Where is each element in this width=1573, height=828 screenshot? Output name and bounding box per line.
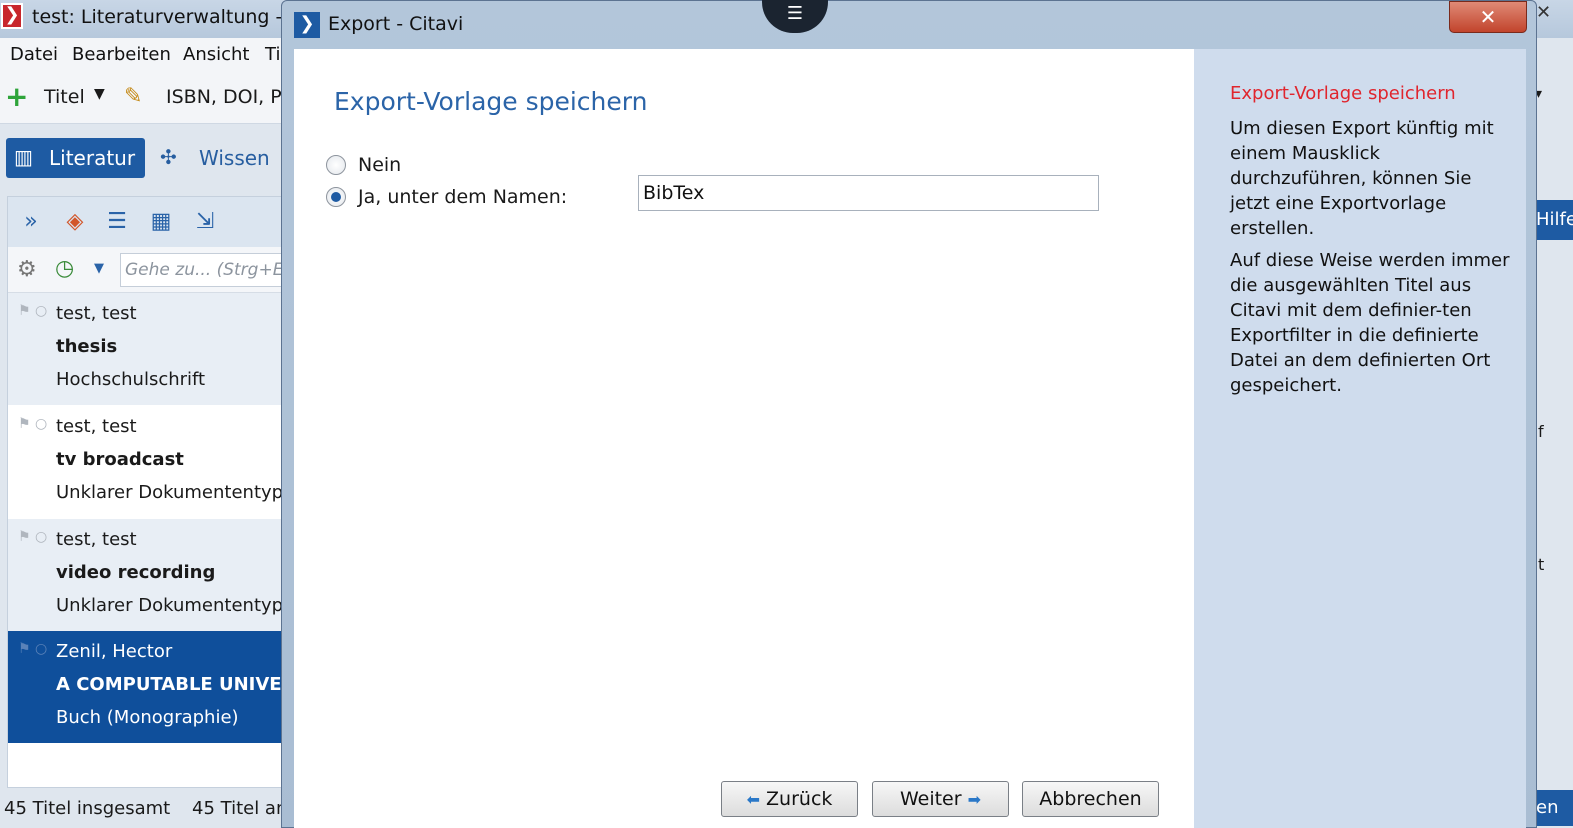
knowledge-network-icon: ✣ xyxy=(160,145,177,169)
reference-list-panel: » ◈ ☰ ▦ ⇲ ⚙ ◷ ▼ ⚑ ○ test, test thesis Ho… xyxy=(7,196,290,788)
dialog-titlebar: ❯ Export - Citavi ☰ ✕ xyxy=(282,0,1536,47)
menu-datei[interactable]: Datei xyxy=(10,44,58,65)
menu-ansicht[interactable]: Ansicht xyxy=(183,44,249,65)
ref-author: test, test xyxy=(56,529,137,550)
tab-literatur[interactable]: ▥ Literatur xyxy=(6,138,145,178)
close-button[interactable]: ✕ xyxy=(1449,1,1527,33)
main-window-title: test: Literaturverwaltung - C xyxy=(32,6,302,28)
cancel-button[interactable]: Abbrechen xyxy=(1022,781,1159,817)
edge-text: f xyxy=(1538,422,1544,441)
next-button[interactable]: Weiter ➡ xyxy=(872,781,1009,817)
list-view-icon[interactable]: ☰ xyxy=(102,207,132,237)
flag-icon[interactable]: ⚑ ○ xyxy=(18,303,47,319)
arrow-right-icon: ➡ xyxy=(967,790,982,809)
radio-yes[interactable] xyxy=(326,187,346,207)
list-item[interactable]: ⚑ ○ test, test video recording Unklarer … xyxy=(8,519,284,631)
dialog-title: Export - Citavi xyxy=(328,13,464,35)
radio-yes-label[interactable]: Ja, unter dem Namen: xyxy=(358,186,567,208)
ref-type: Unklarer Dokumententyp xyxy=(56,482,284,503)
flag-icon[interactable]: ⚑ ○ xyxy=(18,416,47,432)
gear-icon[interactable]: ⚙ xyxy=(17,257,37,282)
help-paragraph: Um diesen Export künftig mit einem Mausk… xyxy=(1230,118,1494,239)
template-name-input[interactable] xyxy=(638,175,1099,211)
tab-wissen-label: Wissen xyxy=(199,146,270,170)
goto-search-input[interactable] xyxy=(120,253,290,287)
search-row: ⚙ ◷ ▼ xyxy=(8,247,290,293)
statusbar: 45 Titel insgesamt 45 Titel an xyxy=(0,792,282,828)
help-title: Export-Vorlage speichern xyxy=(1230,83,1456,104)
magic-wand-icon[interactable]: ✎ xyxy=(124,84,142,109)
tab-wissen[interactable]: ✣ Wissen xyxy=(158,138,282,178)
back-button-label: Zurück xyxy=(766,788,833,810)
import-icon[interactable]: ⇲ xyxy=(190,207,220,237)
flag-icon[interactable]: ⚑ ○ xyxy=(18,529,47,545)
flag-icon[interactable]: ⚑ ○ xyxy=(18,641,47,657)
radio-no-label[interactable]: Nein xyxy=(358,154,401,176)
isbn-import-button[interactable]: ISBN, DOI, PM xyxy=(166,86,298,108)
wizard-heading: Export-Vorlage speichern xyxy=(334,87,648,116)
radio-no[interactable] xyxy=(326,155,346,175)
ref-title: thesis xyxy=(56,336,118,357)
history-icon[interactable]: ◷ xyxy=(55,256,74,281)
close-icon[interactable]: ✕ xyxy=(1536,2,1551,23)
arrow-left-icon: ⬅ xyxy=(746,790,760,809)
help-panel: Export-Vorlage speichern Um diesen Expor… xyxy=(1194,49,1526,828)
chevron-down-icon[interactable]: ▼ xyxy=(94,86,105,102)
menu-bearbeiten[interactable]: Bearbeiten xyxy=(72,44,171,65)
nav-tabs: ▥ Literatur ✣ Wissen xyxy=(0,132,282,184)
list-toolbar: » ◈ ☰ ▦ ⇲ xyxy=(8,197,284,247)
add-title-button[interactable]: Titel xyxy=(44,86,85,108)
dialog-content: Export-Vorlage speichern Nein Ja, unter … xyxy=(294,49,1526,828)
ref-title: tv broadcast xyxy=(56,449,184,470)
ref-author: test, test xyxy=(56,303,137,324)
next-button-label: Weiter xyxy=(899,788,962,810)
books-icon: ▥ xyxy=(14,145,33,169)
ref-title: video recording xyxy=(56,562,216,583)
hamburger-menu-icon[interactable]: ☰ xyxy=(762,0,828,33)
menu-titel[interactable]: Ti xyxy=(265,44,280,65)
ref-type: Unklarer Dokumententyp xyxy=(56,595,284,616)
chevron-down-icon[interactable]: ▼ xyxy=(94,261,104,276)
add-plus-icon[interactable]: + xyxy=(5,83,31,111)
list-item[interactable]: ⚑ ○ test, test tv broadcast Unklarer Dok… xyxy=(8,406,284,518)
back-button[interactable]: ⬅ Zurück xyxy=(721,781,858,817)
status-selected: 45 Titel an xyxy=(192,798,282,819)
ref-author: Zenil, Hector xyxy=(56,641,173,662)
ref-title: A COMPUTABLE UNIVERSE xyxy=(56,674,284,695)
ref-type: Buch (Monographie) xyxy=(56,707,239,728)
list-item-selected[interactable]: ⚑ ○ Zenil, Hector A COMPUTABLE UNIVERSE … xyxy=(8,631,284,743)
tab-literatur-label: Literatur xyxy=(49,146,136,170)
citavi-logo-icon: ❯ xyxy=(294,12,320,38)
tag-icon[interactable]: ◈ xyxy=(60,207,90,237)
citavi-logo-icon: ❯ xyxy=(1,3,23,29)
ref-author: test, test xyxy=(56,416,137,437)
expand-icon[interactable]: » xyxy=(16,207,46,237)
help-paragraph: Auf diese Weise werden immer die ausgewä… xyxy=(1230,250,1510,396)
edge-text: t xyxy=(1538,555,1545,574)
export-dialog: ❯ Export - Citavi ☰ ✕ Export-Vorlage spe… xyxy=(281,0,1537,828)
list-item[interactable]: ⚑ ○ test, test thesis Hochschulschrift xyxy=(8,293,284,405)
status-total: 45 Titel insgesamt xyxy=(4,798,171,819)
ref-type: Hochschulschrift xyxy=(56,369,206,390)
grid-view-icon[interactable]: ▦ xyxy=(146,207,176,237)
